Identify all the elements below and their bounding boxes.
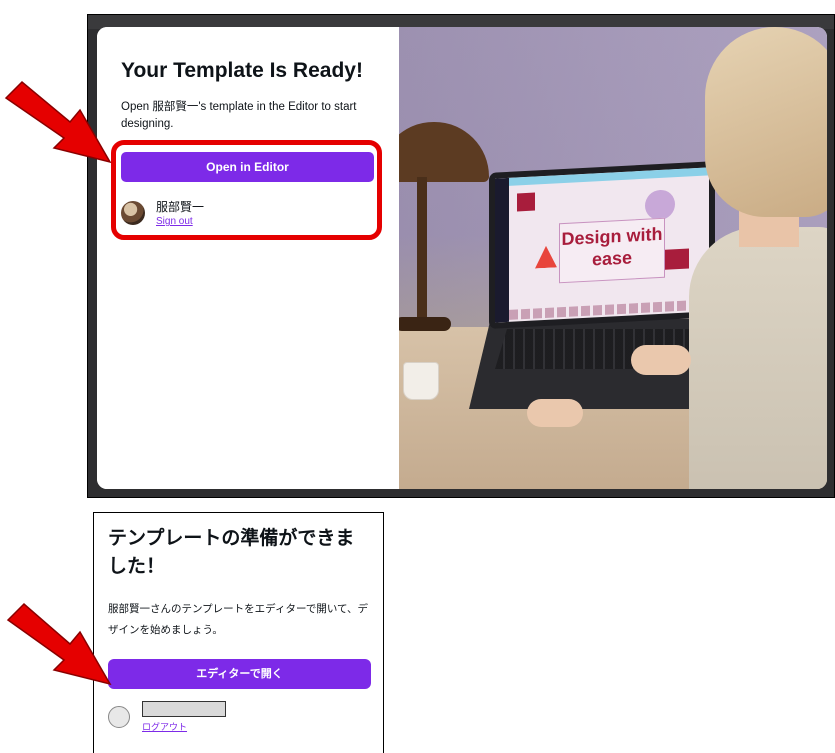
jp-modal-title: テンプレートの準備ができました！	[108, 528, 355, 577]
template-ready-modal: Your Template Is Ready! Open 服部賢一's temp…	[97, 27, 827, 489]
modal-description: Open 服部賢一's template in the Editor to st…	[121, 101, 357, 130]
person	[689, 227, 827, 489]
thumbnail-strip	[509, 299, 709, 320]
modal-left-panel: Your Template Is Ready! Open 服部賢一's temp…	[97, 27, 399, 489]
coffee-mug	[403, 362, 439, 400]
highlight-box	[111, 140, 382, 240]
jp-avatar	[108, 706, 130, 728]
japanese-dialog-screenshot: テンプレートの準備ができました！ 服部賢一さんのテンプレートをエディターで開いて…	[93, 512, 384, 753]
jp-open-in-editor-button[interactable]: エディターで開く	[108, 659, 371, 689]
laptop-screen: Design with ease	[489, 161, 715, 329]
jp-logout-link[interactable]: ログアウト	[142, 720, 187, 733]
red-arrow-icon	[6, 602, 112, 686]
modal-title: Your Template Is Ready!	[121, 59, 363, 82]
design-card: Design with ease	[559, 217, 665, 284]
design-text: Design with ease	[561, 223, 663, 270]
redacted-name-box	[142, 701, 226, 717]
english-dialog-screenshot: Your Template Is Ready! Open 服部賢一's temp…	[87, 14, 835, 498]
red-arrow-icon	[4, 80, 112, 164]
promo-photo: Design with ease	[399, 27, 827, 489]
jp-modal-description: 服部賢一さんのテンプレートをエディターで開いて、デザインを始めましょう。	[108, 603, 368, 636]
